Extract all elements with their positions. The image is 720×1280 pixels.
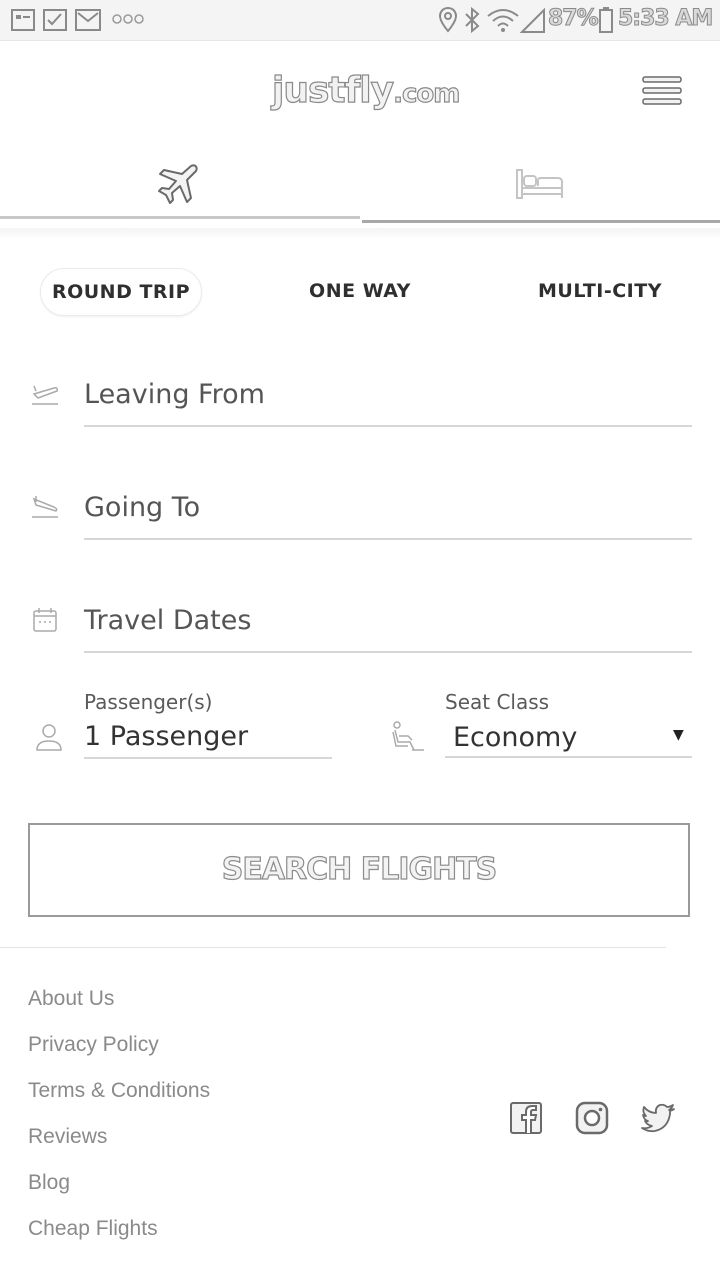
seat-icon — [392, 721, 424, 751]
hamburger-menu-icon — [642, 76, 682, 105]
arrival-icon — [32, 496, 58, 518]
bed-icon — [516, 169, 563, 199]
location-icon — [438, 6, 458, 33]
more-notifications-icon — [112, 14, 144, 24]
twitter-link[interactable] — [640, 1100, 676, 1136]
search-flights-button[interactable]: SEARCH FLIGHTS — [28, 823, 690, 917]
tasks-notification-icon — [43, 9, 67, 31]
signal-icon — [520, 8, 545, 33]
twitter-icon — [641, 1103, 675, 1133]
tab-flights[interactable] — [0, 150, 360, 220]
seat-class-label: Seat Class — [445, 690, 550, 714]
wifi-icon — [487, 9, 519, 32]
logo-text: justfly — [271, 69, 394, 111]
tabs-shadow — [0, 228, 720, 240]
person-icon — [36, 724, 62, 751]
mail-notification-icon — [75, 9, 101, 31]
tab-indicator-active — [0, 216, 360, 219]
bluetooth-icon — [465, 6, 480, 34]
tab-indicator-inactive — [362, 220, 720, 223]
departure-icon — [32, 385, 58, 405]
facebook-icon — [510, 1102, 542, 1134]
travel-dates-input[interactable]: Travel Dates — [84, 591, 692, 653]
footer-link-about-us[interactable]: About Us — [28, 987, 114, 1011]
logo-suffix: .com — [392, 78, 460, 109]
calendar-icon — [33, 608, 57, 632]
trip-type-multi-city[interactable]: MULTI-CITY — [520, 268, 680, 314]
site-logo[interactable]: justfly.com — [271, 69, 461, 111]
airplane-icon — [158, 164, 198, 204]
battery-percentage: 87% — [548, 6, 600, 32]
footer-divider — [0, 947, 666, 948]
menu-button[interactable] — [640, 74, 684, 108]
seat-class-select[interactable]: Economy — [445, 718, 692, 758]
facebook-link[interactable] — [508, 1100, 544, 1136]
instagram-link[interactable] — [574, 1100, 610, 1136]
tab-hotels[interactable] — [360, 150, 720, 220]
passengers-label: Passenger(s) — [84, 690, 213, 714]
battery-icon — [599, 7, 613, 33]
chevron-down-icon: ▼ — [673, 727, 684, 743]
trip-type-one-way[interactable]: ONE WAY — [280, 268, 440, 314]
status-bar: 87% 5:33 AM — [0, 0, 720, 41]
instagram-icon — [575, 1101, 609, 1135]
footer-link-blog[interactable]: Blog — [28, 1171, 70, 1195]
photo-notification-icon — [11, 9, 35, 31]
footer-link-cheap-flights[interactable]: Cheap Flights — [28, 1217, 158, 1241]
footer-link-terms[interactable]: Terms & Conditions — [28, 1079, 210, 1103]
trip-type-round-trip[interactable]: ROUND TRIP — [40, 268, 202, 316]
footer-link-privacy-policy[interactable]: Privacy Policy — [28, 1033, 159, 1057]
passengers-select[interactable]: 1 Passenger — [84, 717, 332, 759]
footer-link-reviews[interactable]: Reviews — [28, 1125, 107, 1149]
going-to-input[interactable]: Going To — [84, 478, 692, 540]
leaving-from-input[interactable]: Leaving From — [84, 365, 692, 427]
clock: 5:33 AM — [617, 6, 713, 32]
